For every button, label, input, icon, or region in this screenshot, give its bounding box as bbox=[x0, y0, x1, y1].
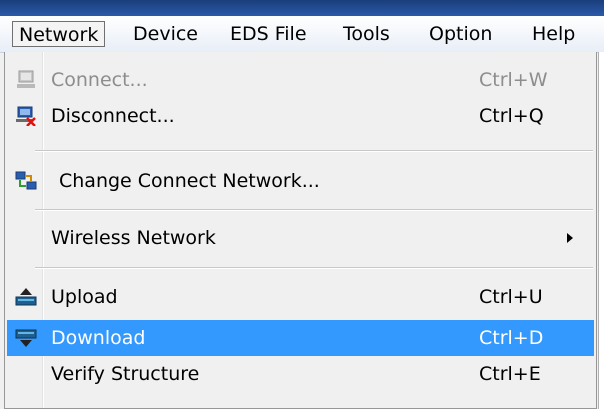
menu-option[interactable]: Option bbox=[423, 21, 498, 47]
menu-item-connect[interactable]: Connect... Ctrl+W bbox=[7, 62, 594, 98]
background-window-edge bbox=[598, 52, 604, 409]
menu-network[interactable]: Network bbox=[12, 21, 106, 47]
menu-item-connect-label: Connect... bbox=[51, 69, 148, 91]
change-network-icon bbox=[15, 171, 37, 191]
menu-tools[interactable]: Tools bbox=[337, 21, 396, 47]
menu-item-change-connect-network-label: Change Connect Network... bbox=[59, 170, 320, 192]
menu-item-upload-label: Upload bbox=[51, 286, 118, 308]
menu-item-wireless-network-label: Wireless Network bbox=[51, 227, 216, 249]
menu-item-connect-shortcut: Ctrl+W bbox=[479, 69, 548, 91]
menu-item-download-shortcut: Ctrl+D bbox=[479, 327, 544, 349]
menu-item-disconnect-shortcut: Ctrl+Q bbox=[479, 105, 544, 127]
menu-item-download[interactable]: Download Ctrl+D bbox=[7, 320, 594, 356]
menu-separator bbox=[35, 209, 593, 211]
menu-item-download-label: Download bbox=[51, 327, 146, 349]
menu-help[interactable]: Help bbox=[526, 21, 581, 47]
menu-item-verify-structure[interactable]: Verify Structure Ctrl+E bbox=[7, 356, 594, 392]
disconnect-icon bbox=[15, 106, 37, 126]
menu-bar: Network Device EDS File Tools Option Hel… bbox=[0, 16, 604, 53]
menu-item-wireless-network[interactable]: Wireless Network bbox=[7, 220, 594, 256]
menu-item-verify-structure-label: Verify Structure bbox=[51, 363, 200, 385]
submenu-arrow-icon bbox=[567, 233, 573, 243]
menu-item-change-connect-network[interactable]: Change Connect Network... bbox=[7, 163, 594, 199]
menu-item-verify-structure-shortcut: Ctrl+E bbox=[479, 363, 541, 385]
window-title-bar bbox=[0, 0, 604, 16]
menu-item-disconnect[interactable]: Disconnect... Ctrl+Q bbox=[7, 98, 594, 134]
menu-item-disconnect-label: Disconnect... bbox=[51, 105, 175, 127]
connect-icon bbox=[15, 70, 37, 90]
menu-separator bbox=[35, 150, 593, 152]
menu-device[interactable]: Device bbox=[127, 21, 204, 47]
network-dropdown-menu: Connect... Ctrl+W Disconnect... Ctrl+Q C bbox=[4, 52, 597, 409]
menu-eds-file[interactable]: EDS File bbox=[224, 21, 313, 47]
menu-item-upload-shortcut: Ctrl+U bbox=[479, 286, 543, 308]
menu-separator bbox=[35, 267, 593, 269]
menu-item-upload[interactable]: Upload Ctrl+U bbox=[7, 279, 594, 315]
upload-icon bbox=[15, 287, 37, 307]
download-icon bbox=[15, 328, 37, 348]
